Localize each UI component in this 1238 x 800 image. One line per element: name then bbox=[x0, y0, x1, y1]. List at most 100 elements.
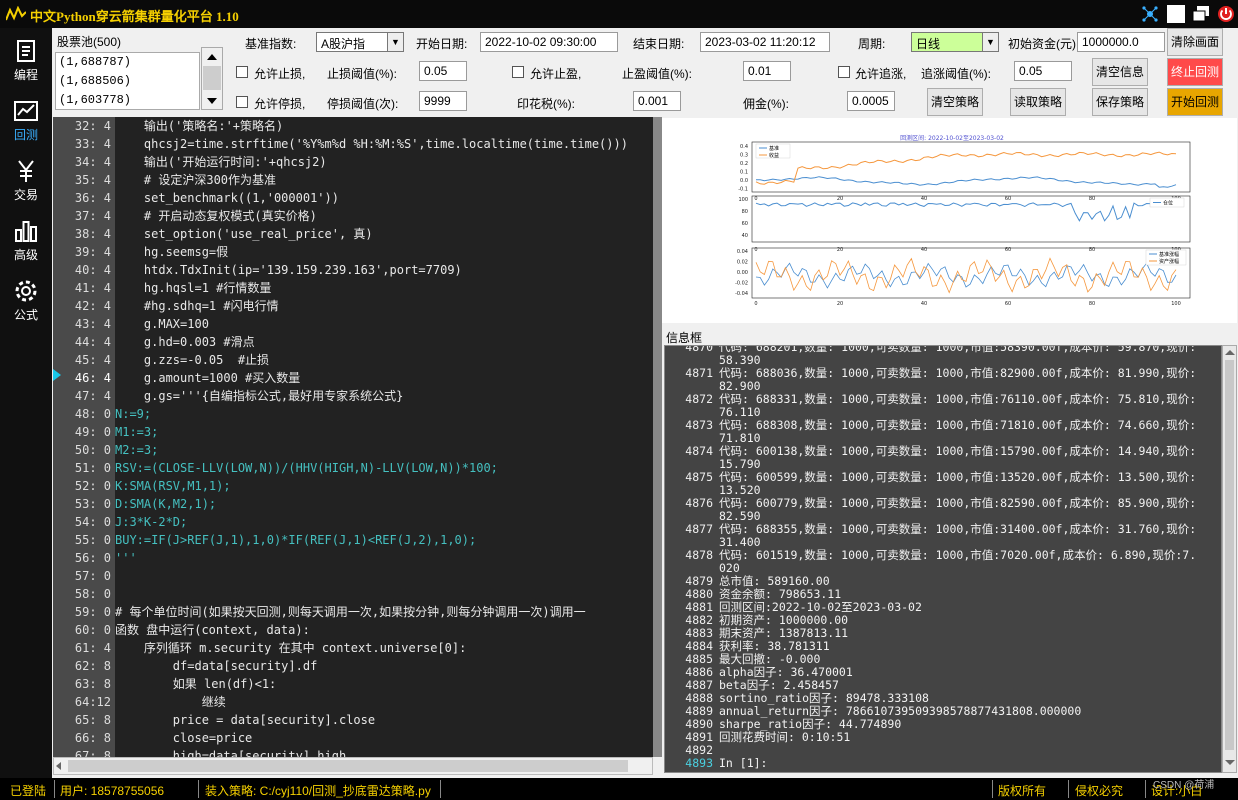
code-line[interactable]: 40: 4 htdx.TdxInit(ip='139.159.239.163',… bbox=[53, 261, 653, 279]
editor-vertical-scrollbar[interactable] bbox=[653, 117, 662, 757]
tick-label: 0.02 bbox=[737, 260, 748, 266]
line-number: 44: 4 bbox=[74, 335, 111, 349]
list-item[interactable]: (1,688787) bbox=[56, 53, 199, 72]
code-line[interactable]: 55: 0 BUY:=IF(J>REF(J,1),1,0)*IF(REF(J,1)… bbox=[53, 531, 653, 549]
code-line[interactable]: 60: 0 函数 盘中运行(context, data): bbox=[53, 621, 653, 639]
code-line[interactable]: 35: 4 # 设定沪深300作为基准 bbox=[53, 171, 653, 189]
minimize-icon[interactable] bbox=[1167, 5, 1185, 23]
code-text: htdx.TdxInit(ip='139.159.239.163',port=7… bbox=[115, 263, 462, 277]
code-line[interactable]: 42: 4 #hg.sdhq=1 #闪电行情 bbox=[53, 297, 653, 315]
code-line[interactable]: 38: 4 set_option('use_real_price', 真) bbox=[53, 225, 653, 243]
console-scrollbar[interactable] bbox=[1222, 345, 1237, 773]
start-date-input[interactable]: 2022-10-02 09:30:00 bbox=[480, 32, 618, 52]
tick-label: 80 bbox=[1089, 247, 1095, 253]
code-editor[interactable]: 32: 4 输出('策略名:'+策略名) 33: 4 qhcsj2=time.st… bbox=[53, 117, 653, 757]
code-text: RSV:=(CLOSE-LLV(LOW,N))/(HHV(HIGH,N)-LLV… bbox=[115, 461, 498, 475]
save-strategy-button[interactable]: 保存策略 bbox=[1092, 88, 1148, 116]
benchmark-select[interactable]: A股沪指 ▼ bbox=[316, 32, 404, 52]
sidebar-item-backtest[interactable]: 回测 bbox=[0, 92, 52, 150]
code-text: close=price bbox=[115, 731, 253, 745]
code-line[interactable]: 41: 4 hg.hqsl=1 #行情数量 bbox=[53, 279, 653, 297]
code-line[interactable]: 45: 4 g.zzs=-0.05 #止损 bbox=[53, 351, 653, 369]
code-line[interactable]: 37: 4 # 开启动态复权模式(真实价格) bbox=[53, 207, 653, 225]
read-strategy-button[interactable]: 读取策略 bbox=[1010, 88, 1066, 116]
svg-text:收益: 收益 bbox=[769, 152, 779, 159]
allow-stoploss-label: 允许止损, bbox=[254, 67, 306, 81]
editor-horizontal-scrollbar[interactable] bbox=[53, 757, 653, 775]
code-line[interactable]: 63: 8 如果 len(df)<1: bbox=[53, 675, 653, 693]
code-line[interactable]: 56: 0 ''' bbox=[53, 549, 653, 567]
allow-takeprofit-checkbox[interactable] bbox=[512, 66, 524, 78]
clear-info-button[interactable]: 清空信息 bbox=[1092, 58, 1148, 86]
chevron-down-icon: ▼ bbox=[387, 33, 403, 51]
capital-input[interactable]: 1000000.0 bbox=[1077, 32, 1165, 52]
code-line[interactable]: 57: 0 bbox=[53, 567, 653, 585]
stamp-tax-input[interactable]: 0.001 bbox=[633, 91, 681, 111]
code-line[interactable]: 52: 0 K:SMA(RSV,M1,1); bbox=[53, 477, 653, 495]
console-line: 4878 代码: 601519,数量: 1000,可卖数量: 1000,市值:70… bbox=[685, 548, 1197, 562]
code-line[interactable]: 62: 8 df=data[security].df bbox=[53, 657, 653, 675]
code-line[interactable]: 51: 0 RSV:=(CLOSE-LLV(LOW,N))/(HHV(HIGH,N… bbox=[53, 459, 653, 477]
line-number: 60: 0 bbox=[74, 623, 111, 637]
sidebar-item-programming[interactable]: 编程 bbox=[0, 32, 52, 90]
code-line[interactable]: 67: 8 high=data[security].high bbox=[53, 747, 653, 757]
code-line[interactable]: 32: 4 输出('策略名:'+策略名) bbox=[53, 117, 653, 135]
code-line[interactable]: 59: 0 # 每个单位时间(如果按天回测,则每天调用一次,如果按分钟,则每分钟调… bbox=[53, 603, 653, 621]
stoploss-input[interactable]: 0.05 bbox=[419, 61, 467, 81]
scroll-down-icon[interactable] bbox=[207, 98, 217, 104]
sidebar-item-advanced[interactable]: 高级 bbox=[0, 212, 52, 270]
scroll-up-icon[interactable] bbox=[207, 54, 217, 60]
stock-pool-list[interactable]: (1,688787) (1,688506) (1,603778) bbox=[55, 52, 200, 110]
stock-pool-scrollbar[interactable] bbox=[201, 47, 223, 110]
chase-input[interactable]: 0.05 bbox=[1014, 61, 1072, 81]
code-line[interactable]: 34: 4 输出('开始运行时间:'+qhcsj2) bbox=[53, 153, 653, 171]
code-line[interactable]: 36: 4 set_benchmark((1,'000001')) bbox=[53, 189, 653, 207]
sidebar-item-label: 高级 bbox=[13, 248, 38, 262]
code-line[interactable]: 46: 4 g.amount=1000 #买入数量 bbox=[53, 369, 653, 387]
list-item[interactable]: (1,688506) bbox=[56, 72, 199, 91]
commission-input[interactable]: 0.0005 bbox=[847, 91, 895, 111]
line-number: 49: 0 bbox=[74, 425, 111, 439]
code-line[interactable]: 43: 4 g.MAX=100 bbox=[53, 315, 653, 333]
code-line[interactable]: 53: 0 D:SMA(K,M2,1); bbox=[53, 495, 653, 513]
code-line[interactable]: 39: 4 hg.seemsg=假 bbox=[53, 243, 653, 261]
code-line[interactable]: 48: 0 N:=9; bbox=[53, 405, 653, 423]
code-text: g.hd=0.003 #滑点 bbox=[115, 335, 255, 349]
code-line[interactable]: 44: 4 g.hd=0.003 #滑点 bbox=[53, 333, 653, 351]
chart-title: 回测区间: 2022-10-02至2023-03-02 bbox=[900, 134, 1004, 142]
info-console[interactable]: 4870 代码: 688201,数量: 1000,可卖数量: 1000,市值:58… bbox=[664, 345, 1222, 773]
period-select[interactable]: 日线 ▼ bbox=[911, 32, 999, 52]
legend-bottom: 基准涨幅 资产涨幅 bbox=[1145, 249, 1187, 266]
tick-label: 20 bbox=[837, 196, 843, 202]
allow-stoploss-checkbox[interactable] bbox=[236, 66, 248, 78]
code-line[interactable]: 33: 4 qhcsj2=time.strftime('%Y%m%d %H:%M… bbox=[53, 135, 653, 153]
code-line[interactable]: 65: 8 price = data[security].close bbox=[53, 711, 653, 729]
start-backtest-button[interactable]: 开始回测 bbox=[1167, 88, 1223, 116]
app-logo-icon bbox=[6, 6, 26, 21]
stop-backtest-button[interactable]: 终止回测 bbox=[1167, 58, 1223, 86]
code-line[interactable]: 54: 0 J:3*K-2*D; bbox=[53, 513, 653, 531]
tick-label: 0.2 bbox=[740, 161, 748, 167]
takeprofit-input[interactable]: 0.01 bbox=[743, 61, 791, 81]
clear-screen-button[interactable]: 清除画面 bbox=[1167, 28, 1223, 56]
code-line[interactable]: 58: 0 bbox=[53, 585, 653, 603]
code-line[interactable]: 47: 4 g.gs='''{自编指标公式,最好用专家系统公式} bbox=[53, 387, 653, 405]
power-icon[interactable] bbox=[1217, 5, 1235, 23]
allow-chase-checkbox[interactable] bbox=[838, 66, 850, 78]
restore-icon[interactable] bbox=[1192, 5, 1210, 23]
list-item[interactable]: (1,603778) bbox=[56, 91, 199, 110]
sidebar-item-trade[interactable]: 交易 bbox=[0, 152, 52, 210]
code-line[interactable]: 61: 4 序列循环 m.security 在其中 context.univer… bbox=[53, 639, 653, 657]
code-line[interactable]: 50: 0 M2:=3; bbox=[53, 441, 653, 459]
halt-input[interactable]: 9999 bbox=[419, 91, 467, 111]
sidebar: 编程 回测 交易 高级 公式 bbox=[0, 28, 52, 778]
code-line[interactable]: 64:12 继续 bbox=[53, 693, 653, 711]
sidebar-item-formula[interactable]: 公式 bbox=[0, 272, 52, 330]
allow-halt-checkbox[interactable] bbox=[236, 96, 248, 108]
network-icon[interactable] bbox=[1141, 5, 1159, 23]
code-line[interactable]: 49: 0 M1:=3; bbox=[53, 423, 653, 441]
takeprofit-label: 止盈阈值(%): bbox=[622, 67, 692, 81]
end-date-input[interactable]: 2023-03-02 11:20:12 bbox=[700, 32, 830, 52]
code-line[interactable]: 66: 8 close=price bbox=[53, 729, 653, 747]
clear-strategy-button[interactable]: 清空策略 bbox=[927, 88, 983, 116]
